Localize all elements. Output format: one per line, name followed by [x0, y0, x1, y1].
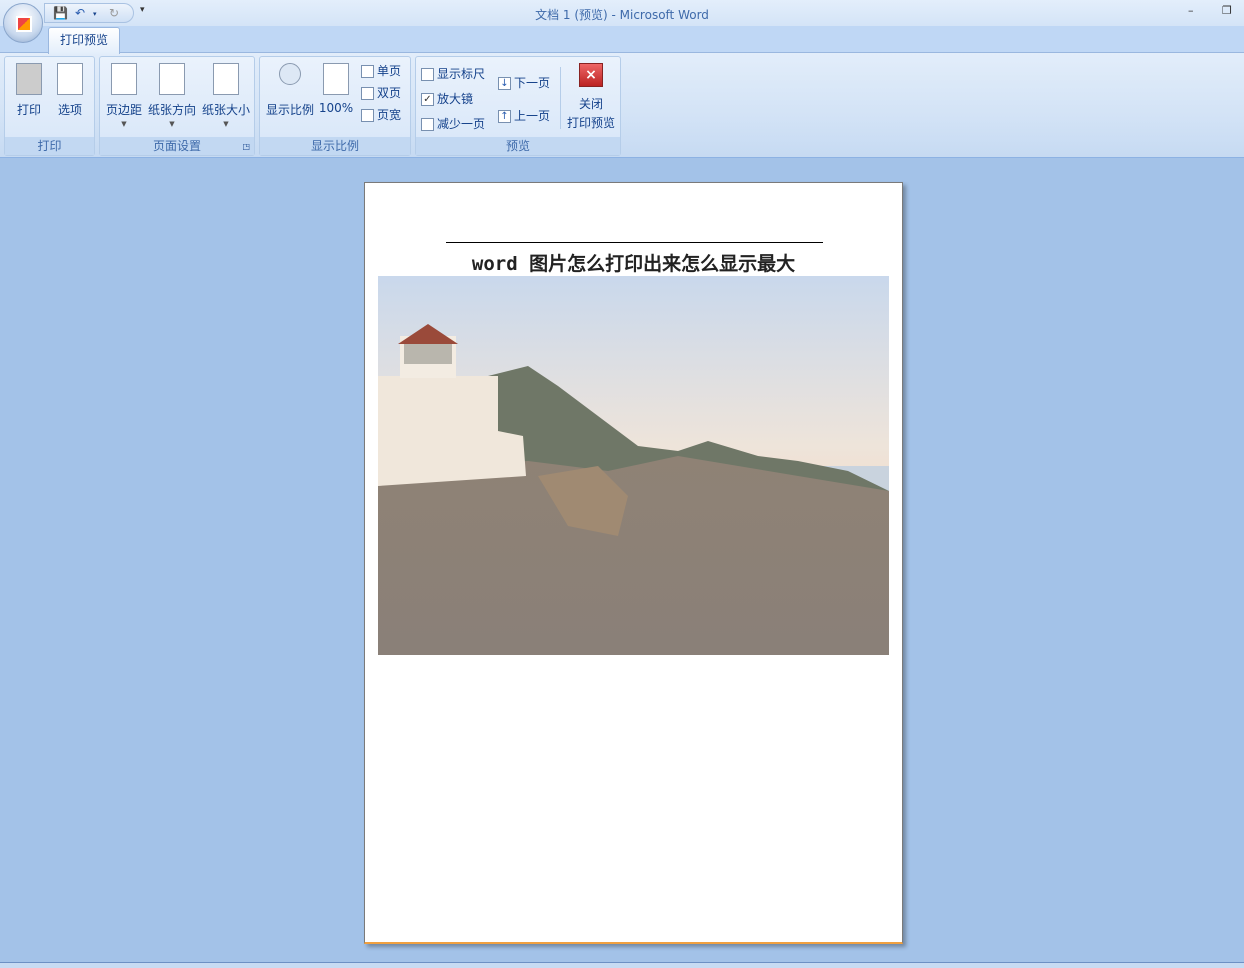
magnifier-label: 放大镜: [437, 92, 474, 106]
ribbon-tab-row: [0, 26, 1244, 53]
page-width-icon: [361, 109, 374, 122]
group-label: 页面设置: [100, 137, 254, 155]
document-title: word 图片怎么打印出来怎么显示最大: [471, 253, 796, 275]
two-pages-button[interactable]: 双页: [361, 84, 401, 101]
next-page-button[interactable]: ↓ 下一页: [498, 74, 550, 91]
print-button[interactable]: 打印: [11, 63, 47, 118]
close-label-1: 关闭: [578, 97, 603, 111]
window-title: 文档 1 (预览) - Microsoft Word: [535, 8, 709, 22]
separator: [560, 67, 561, 129]
quick-access-toolbar: 💾 ↶ ▾ ↻: [44, 3, 134, 23]
printer-icon: [16, 63, 42, 95]
status-bar: [0, 962, 1244, 968]
one-page-label: 单页: [377, 64, 402, 78]
options-button[interactable]: 选项: [51, 63, 89, 118]
prev-page-label: 上一页: [514, 109, 551, 123]
next-page-icon: ↓: [498, 77, 511, 90]
close-label-2: 打印预览: [566, 116, 615, 130]
redo-icon[interactable]: ↻: [109, 6, 119, 20]
undo-dropdown-icon[interactable]: ▾: [93, 10, 97, 18]
close-preview-button[interactable]: × 关闭打印预览: [564, 63, 618, 131]
margins-label: 页边距: [105, 103, 142, 117]
page-width-button[interactable]: 页宽: [361, 106, 401, 123]
one-page-button[interactable]: 单页: [361, 62, 401, 79]
tab-print-preview[interactable]: 打印预览: [48, 27, 120, 54]
checkbox-checked-icon: ✓: [421, 93, 434, 106]
group-label: 预览: [416, 137, 620, 155]
paper-size-icon: [213, 63, 239, 95]
magnifier-icon: [279, 63, 301, 85]
magnifier-checkbox[interactable]: ✓ 放大镜: [421, 90, 473, 107]
office-button[interactable]: [3, 3, 43, 43]
shrink-page-icon: [421, 118, 434, 131]
prev-page-icon: ↑: [498, 110, 511, 123]
dropdown-arrow-icon: ▼: [121, 120, 127, 128]
show-ruler-checkbox[interactable]: 显示标尺: [421, 65, 485, 82]
group-page-setup: 页边距 ▼ 纸张方向 ▼ 纸张大小 ▼ ◳ 页面设置: [99, 56, 255, 156]
margins-button[interactable]: 页边距 ▼: [104, 63, 144, 128]
group-zoom: 显示比例 100% 单页 双页 页宽 显示比例: [259, 56, 411, 156]
document-page[interactable]: word 图片怎么打印出来怎么显示最大: [364, 182, 903, 944]
group-label: 打印: [5, 137, 94, 155]
options-label: 选项: [57, 103, 82, 117]
two-pages-icon: [361, 87, 374, 100]
restore-button[interactable]: ❐: [1222, 4, 1232, 17]
customize-qat-icon[interactable]: ▾: [140, 5, 145, 15]
minimize-button[interactable]: –: [1188, 4, 1194, 17]
show-ruler-label: 显示标尺: [437, 67, 486, 81]
zoom-100-button[interactable]: 100%: [318, 63, 354, 115]
options-icon: [57, 63, 83, 95]
title-bar: 文档 1 (预览) - Microsoft Word – ❐: [0, 0, 1244, 26]
orientation-label: 纸张方向: [147, 103, 196, 117]
dropdown-arrow-icon: ▼: [169, 120, 175, 128]
ribbon: 打印 选项 打印 页边距 ▼ 纸张方向 ▼ 纸张大小 ▼ ◳ 页面设置 显示比例 10…: [0, 52, 1244, 158]
print-label: 打印: [16, 103, 41, 117]
two-pages-label: 双页: [377, 86, 402, 100]
group-print: 打印 选项 打印: [4, 56, 95, 156]
checkbox-icon: [421, 68, 434, 81]
undo-icon[interactable]: ↶: [75, 6, 85, 20]
group-preview: 显示标尺 ✓ 放大镜 减少一页 ↓ 下一页 ↑ 上一页 × 关闭打印预览 预览: [415, 56, 621, 156]
zoom-button[interactable]: 显示比例: [263, 63, 317, 118]
prev-page-button[interactable]: ↑ 上一页: [498, 107, 550, 124]
one-page-icon: [361, 65, 374, 78]
group-label: 显示比例: [260, 137, 410, 155]
page-100-icon: [323, 63, 349, 95]
margins-icon: [111, 63, 137, 95]
shrink-one-page-button[interactable]: 减少一页: [421, 115, 485, 132]
shrink-one-page-label: 减少一页: [437, 117, 486, 131]
orientation-icon: [159, 63, 185, 95]
zoom-label: 显示比例: [265, 103, 314, 117]
office-logo-icon: [16, 16, 32, 32]
orientation-button[interactable]: 纸张方向 ▼: [146, 63, 198, 128]
next-page-label: 下一页: [514, 76, 551, 90]
save-icon[interactable]: 💾: [53, 6, 68, 20]
zoom-100-label: 100%: [318, 101, 354, 115]
dialog-launcher-icon[interactable]: ◳: [242, 142, 250, 151]
size-label: 纸张大小: [201, 103, 250, 117]
dropdown-arrow-icon: ▼: [223, 120, 229, 128]
size-button[interactable]: 纸张大小 ▼: [200, 63, 252, 128]
close-icon: ×: [579, 63, 603, 87]
header-line: [446, 242, 823, 243]
lighthouse-photo: [378, 276, 889, 655]
page-width-label: 页宽: [377, 108, 402, 122]
